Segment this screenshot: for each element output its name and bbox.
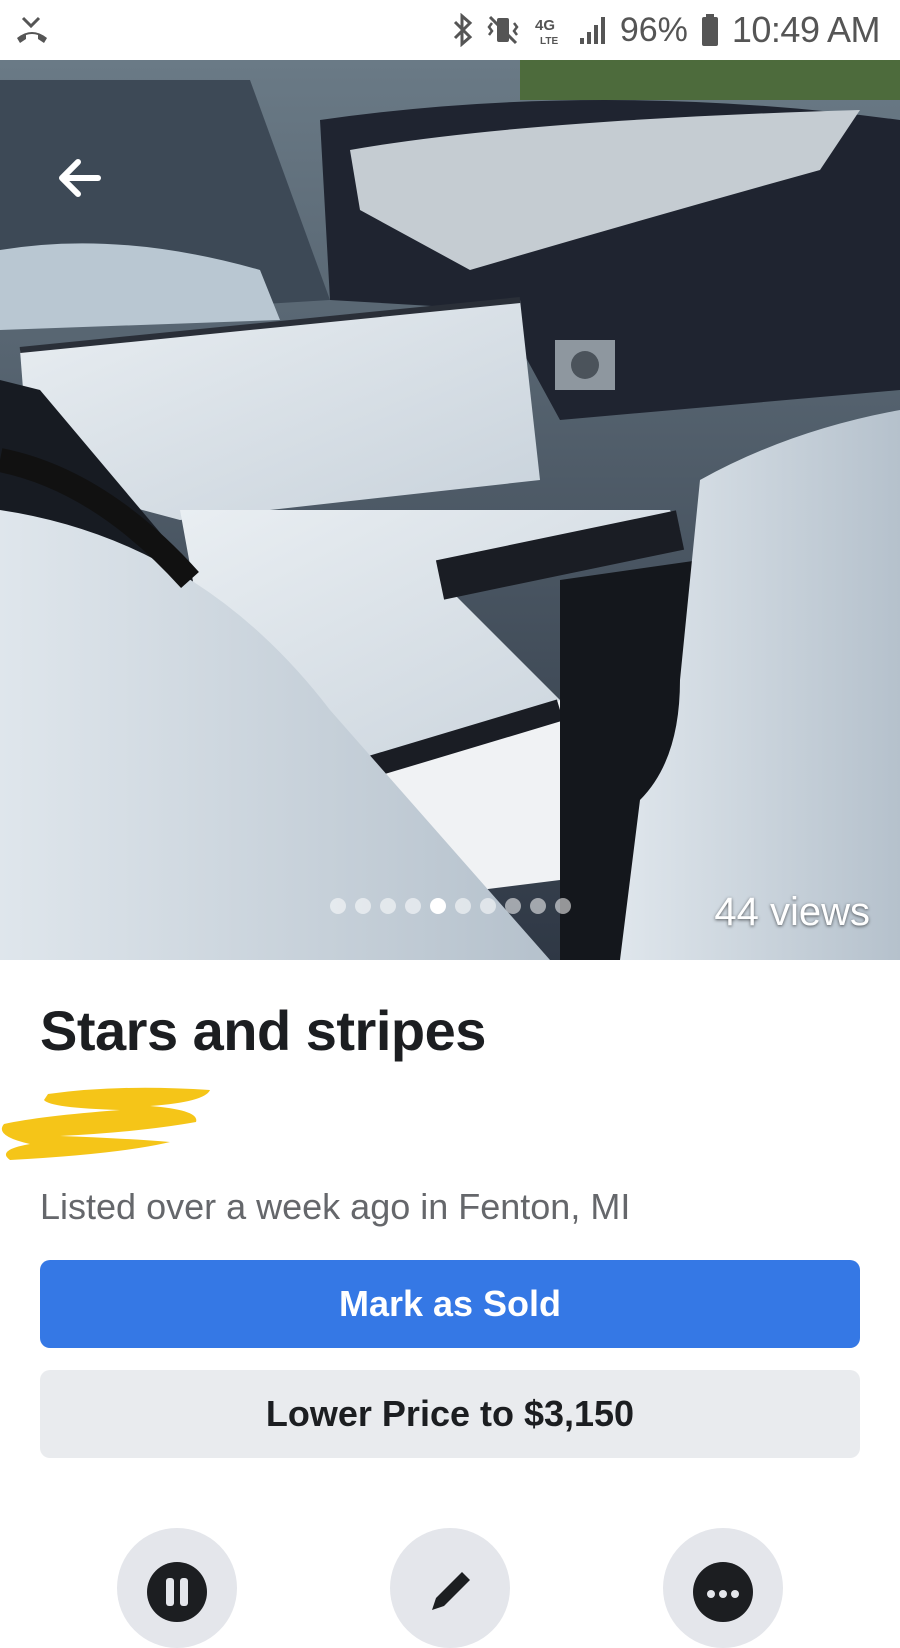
more-icon	[693, 1562, 753, 1622]
status-bar: 4G LTE 96% 10:49 AM	[0, 0, 900, 60]
page-dot[interactable]	[455, 898, 471, 914]
page-dot[interactable]	[480, 898, 496, 914]
page-dot[interactable]	[505, 898, 521, 914]
action-row	[0, 1528, 900, 1648]
lte-icon: 4G LTE	[532, 13, 566, 47]
battery-icon	[700, 13, 720, 47]
pause-icon	[147, 1562, 207, 1622]
page-dot[interactable]	[355, 898, 371, 914]
views-count: 44 views	[714, 890, 870, 934]
page-dot[interactable]	[405, 898, 421, 914]
svg-text:4G: 4G	[535, 17, 555, 34]
listing-photo-carousel[interactable]: 44 views	[0, 60, 900, 960]
missed-call-icon	[14, 14, 50, 46]
listing-title: Stars and stripes	[40, 999, 486, 1062]
photo-pagination	[330, 898, 571, 914]
svg-text:LTE: LTE	[540, 36, 558, 47]
listing-meta: Listed over a week ago in Fenton, MI	[40, 1186, 631, 1227]
more-options-button[interactable]	[663, 1528, 783, 1648]
clock: 10:49 AM	[731, 9, 881, 50]
redaction-scribble	[1, 1087, 211, 1160]
page-dot[interactable]	[555, 898, 571, 914]
signal-icon	[578, 14, 608, 46]
bluetooth-icon	[452, 13, 474, 47]
page-dot[interactable]	[330, 898, 346, 914]
battery-percent: 96%	[619, 10, 688, 49]
edit-icon	[432, 1572, 470, 1610]
listing-photo	[0, 60, 900, 960]
edit-listing-button[interactable]	[390, 1528, 510, 1648]
vibrate-icon	[486, 13, 520, 47]
pause-listing-button[interactable]	[117, 1528, 237, 1648]
page-dot[interactable]	[380, 898, 396, 914]
lower-price-button[interactable]: Lower Price to $3,150	[40, 1370, 860, 1458]
page-dot[interactable]	[530, 898, 546, 914]
mark-as-sold-button[interactable]: Mark as Sold	[40, 1260, 860, 1348]
back-arrow-icon	[59, 159, 101, 197]
back-button[interactable]	[52, 150, 108, 206]
page-dot-active[interactable]	[430, 898, 446, 914]
